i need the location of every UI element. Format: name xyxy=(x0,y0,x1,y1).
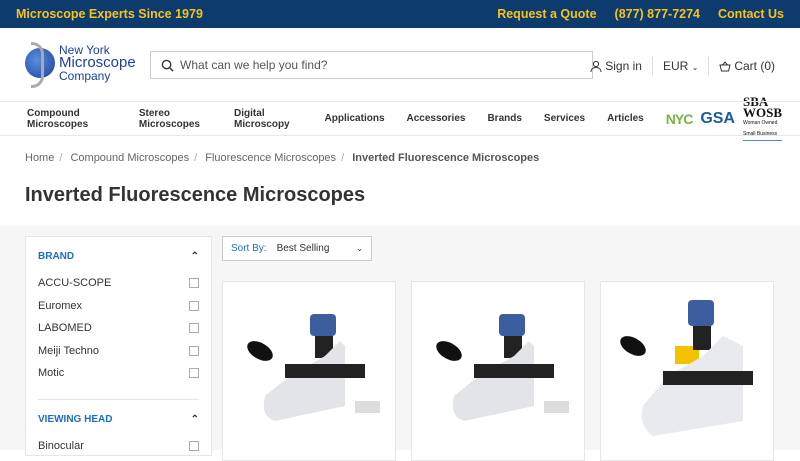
sign-in-link[interactable]: Sign in xyxy=(605,59,642,73)
breadcrumb-compound[interactable]: Compound Microscopes xyxy=(70,152,189,164)
gsa-badge: GSA xyxy=(700,109,735,127)
facet-brand-header[interactable]: BRAND ⌃ xyxy=(38,251,199,262)
option-label: Meiji Techno xyxy=(38,344,99,357)
tagline: Microscope Experts Since 1979 xyxy=(16,7,203,21)
product-image[interactable] xyxy=(424,296,574,436)
product-card[interactable] xyxy=(600,281,774,461)
top-bar: Microscope Experts Since 1979 Request a … xyxy=(0,0,800,28)
checkbox[interactable] xyxy=(189,368,199,379)
option-label: ACCU-SCOPE xyxy=(38,277,112,290)
facet-viewing-head-header[interactable]: VIEWING HEAD ⌃ xyxy=(38,414,199,425)
search-box xyxy=(150,51,593,79)
divider xyxy=(38,398,199,400)
content-area: BRAND ⌃ ACCU-SCOPE Euromex LABOMED Meiji … xyxy=(0,226,800,461)
sba-subtext: Woman Owned Small Business xyxy=(742,120,778,137)
chevron-up-icon: ⌃ xyxy=(190,251,199,262)
filter-option[interactable]: Binocular xyxy=(38,435,199,458)
product-card[interactable] xyxy=(222,281,396,461)
chevron-down-icon: ⌄ xyxy=(356,244,363,253)
option-label: Motic xyxy=(38,367,65,380)
checkbox[interactable] xyxy=(189,440,199,451)
breadcrumb: Home / Compound Microscopes / Fluorescence… xyxy=(25,152,540,164)
checkbox[interactable] xyxy=(189,300,199,311)
checkbox[interactable] xyxy=(189,278,199,289)
nav-stereo-microscopes[interactable]: Stereo Microscopes xyxy=(139,108,212,130)
product-card[interactable] xyxy=(411,281,585,461)
nav-applications[interactable]: Applications xyxy=(325,113,385,124)
contact-link[interactable]: Contact Us xyxy=(718,7,784,21)
header: New York Microscope Company Sign in EUR … xyxy=(0,28,800,102)
nav-compound-microscopes[interactable]: Compound Microscopes xyxy=(27,108,117,130)
logo-line2: Microscope xyxy=(59,54,136,71)
breadcrumb-home[interactable]: Home xyxy=(25,152,54,164)
filter-option[interactable]: Meiji Techno xyxy=(38,340,199,363)
sort-select[interactable]: Sort By: Best Selling ⌄ xyxy=(222,236,372,261)
search-input[interactable] xyxy=(180,58,580,72)
nav-digital-microscopy[interactable]: Digital Microscopy xyxy=(234,108,302,130)
nav-articles[interactable]: Articles xyxy=(607,113,644,124)
search-icon xyxy=(161,59,174,72)
filter-option[interactable]: Motic xyxy=(38,362,199,385)
breadcrumb-current: Inverted Fluorescence Microscopes xyxy=(352,152,540,164)
nav-accessories[interactable]: Accessories xyxy=(407,113,466,124)
logo[interactable]: New York Microscope Company xyxy=(25,42,136,88)
filter-option[interactable]: ACCU-SCOPE xyxy=(38,272,199,295)
logo-line3: Company xyxy=(59,69,111,83)
divider xyxy=(651,57,653,75)
checkbox[interactable] xyxy=(189,345,199,356)
main-nav: Compound Microscopes Stereo Microscopes … xyxy=(0,95,800,141)
cart-link[interactable]: Cart (0) xyxy=(734,59,775,73)
filter-sidebar: BRAND ⌃ ACCU-SCOPE Euromex LABOMED Meiji … xyxy=(25,236,212,456)
chevron-up-icon: ⌃ xyxy=(190,413,199,425)
user-icon xyxy=(590,60,602,72)
breadcrumb-fluorescence[interactable]: Fluorescence Microscopes xyxy=(205,152,336,164)
globe-microscope-icon xyxy=(25,42,55,88)
currency-selector[interactable]: EUR ⌄ xyxy=(663,59,698,73)
phone-link[interactable]: (877) 877-7274 xyxy=(615,7,700,21)
product-image[interactable] xyxy=(613,296,763,436)
facet-title: VIEWING HEAD xyxy=(38,413,113,425)
facet-title: BRAND xyxy=(38,251,75,262)
option-label: Euromex xyxy=(38,299,83,312)
filter-option[interactable]: Euromex xyxy=(38,295,199,318)
checkbox[interactable] xyxy=(189,323,199,334)
sort-label: Sort By: xyxy=(231,243,267,254)
sba-wosb-badge: SBA WOSB Woman Owned Small Business xyxy=(742,95,782,141)
request-quote-link[interactable]: Request a Quote xyxy=(497,7,596,21)
nav-brands[interactable]: Brands xyxy=(487,113,521,124)
filter-option[interactable]: LABOMED xyxy=(38,317,199,340)
nyc-badge: NYC xyxy=(665,110,694,127)
option-label: LABOMED xyxy=(38,322,92,335)
page-title: Inverted Fluorescence Microscopes xyxy=(25,184,366,206)
product-image[interactable] xyxy=(235,296,385,436)
currency-value: EUR xyxy=(662,59,689,73)
divider xyxy=(708,57,710,75)
sort-value: Best Selling xyxy=(276,243,330,254)
cart-icon xyxy=(719,60,731,71)
nav-services[interactable]: Services xyxy=(544,113,585,124)
chevron-down-icon: ⌄ xyxy=(691,63,699,72)
